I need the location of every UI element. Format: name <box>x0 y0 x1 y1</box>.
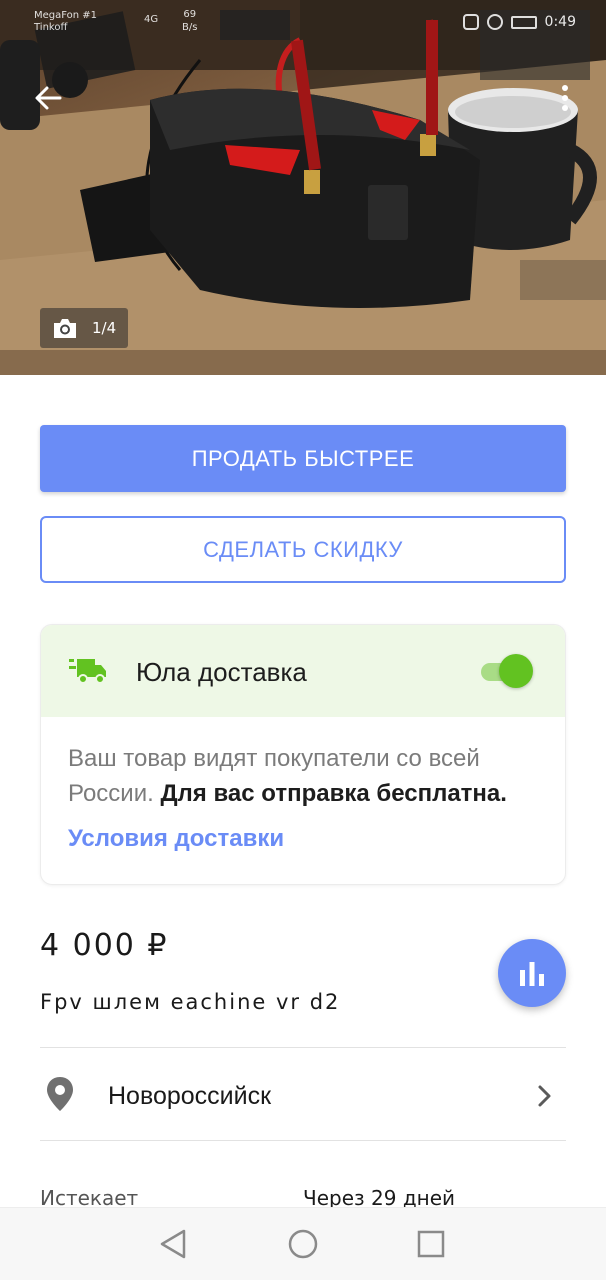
triangle-back-icon <box>160 1229 186 1259</box>
circle-home-icon <box>288 1229 318 1259</box>
listing-price: 4 000 ₽ <box>40 928 169 963</box>
vertical-dots-icon <box>562 85 568 111</box>
photo-counter: 1/4 <box>40 308 129 348</box>
battery-icon <box>510 15 537 29</box>
divider <box>40 1140 566 1141</box>
status-bar: MegaFon #1 Tinkoff 4G 69 B/s 0:49 <box>0 0 606 40</box>
carrier-1: MegaFon #1 <box>34 10 98 21</box>
delivery-free-shipping-text: Для вас отправка бесплатна. <box>160 780 507 807</box>
location-row[interactable]: Новороссийск <box>40 1050 566 1140</box>
divider <box>40 1047 566 1048</box>
clock: 0:49 <box>544 14 576 30</box>
status-icons: 0:49 <box>462 14 576 30</box>
carrier-2: Tinkoff <box>34 22 68 33</box>
square-recent-icon <box>417 1230 445 1258</box>
more-options-button[interactable] <box>548 76 582 120</box>
nav-recent-button[interactable] <box>413 1226 449 1262</box>
delivery-truck-icon <box>69 659 106 684</box>
nav-back-button[interactable] <box>156 1226 192 1262</box>
nav-home-button[interactable] <box>285 1226 321 1262</box>
map-pin-icon <box>47 1077 73 1111</box>
stats-button[interactable] <box>498 939 566 1007</box>
camera-icon <box>54 319 76 338</box>
delivery-card: Юла доставка Ваш товар видят покупатели … <box>40 624 566 885</box>
location-city: Новороссийск <box>108 1082 272 1110</box>
delivery-header: Юла доставка <box>41 625 565 717</box>
chevron-right-icon <box>538 1085 551 1107</box>
sell-faster-button[interactable]: ПРОДАТЬ БЫСТРЕЕ <box>40 425 566 492</box>
make-discount-button[interactable]: СДЕЛАТЬ СКИДКУ <box>40 516 566 583</box>
delivery-toggle[interactable] <box>481 653 535 689</box>
product-photo[interactable]: MegaFon #1 Tinkoff 4G 69 B/s 0:49 1/4 <box>0 0 606 375</box>
photo-counter-text: 1/4 <box>92 319 117 337</box>
arrow-left-icon <box>35 86 62 110</box>
alarm-icon <box>486 14 503 30</box>
delivery-terms-link[interactable]: Условия доставки <box>68 825 284 853</box>
status-carriers: MegaFon #1 Tinkoff <box>34 10 97 34</box>
bar-chart-icon <box>520 962 544 986</box>
network-speed-value: 69 <box>183 9 197 20</box>
network-type: 4G <box>144 14 159 25</box>
network-speed-unit: B/s <box>182 22 198 33</box>
delivery-title: Юла доставка <box>136 657 307 687</box>
delivery-description: Ваш товар видят покупатели со всей Росси… <box>68 741 548 811</box>
back-button[interactable] <box>26 76 70 120</box>
system-nav-bar <box>0 1207 606 1280</box>
toggle-knob <box>499 654 533 688</box>
nfc-icon <box>462 14 479 30</box>
listing-title: Fpv шлем eachine vr d2 <box>40 990 341 1014</box>
network-speed: 69 B/s <box>182 8 197 34</box>
